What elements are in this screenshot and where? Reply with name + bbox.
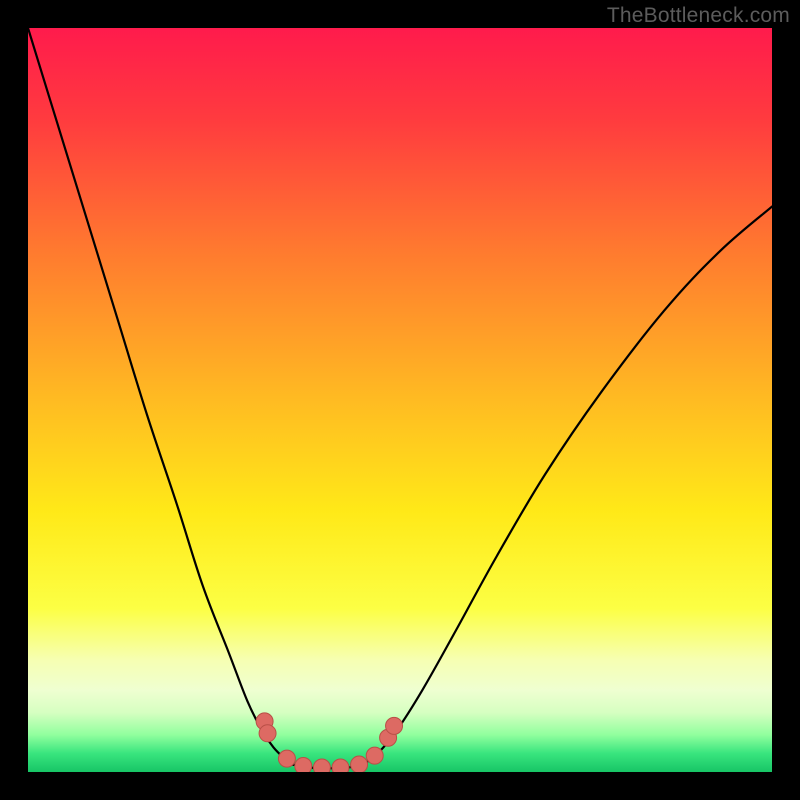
marker-dot [278,750,295,767]
marker-dot [366,747,383,764]
outer-frame: TheBottleneck.com [0,0,800,800]
marker-dot [351,756,368,772]
chart-svg [28,28,772,772]
gradient-backdrop [28,28,772,772]
marker-dot [295,758,312,772]
chart-area [28,28,772,772]
marker-dot [259,725,276,742]
marker-dot [386,717,403,734]
watermark-text: TheBottleneck.com [607,4,790,28]
marker-dot [332,759,349,772]
marker-dot [313,759,330,772]
